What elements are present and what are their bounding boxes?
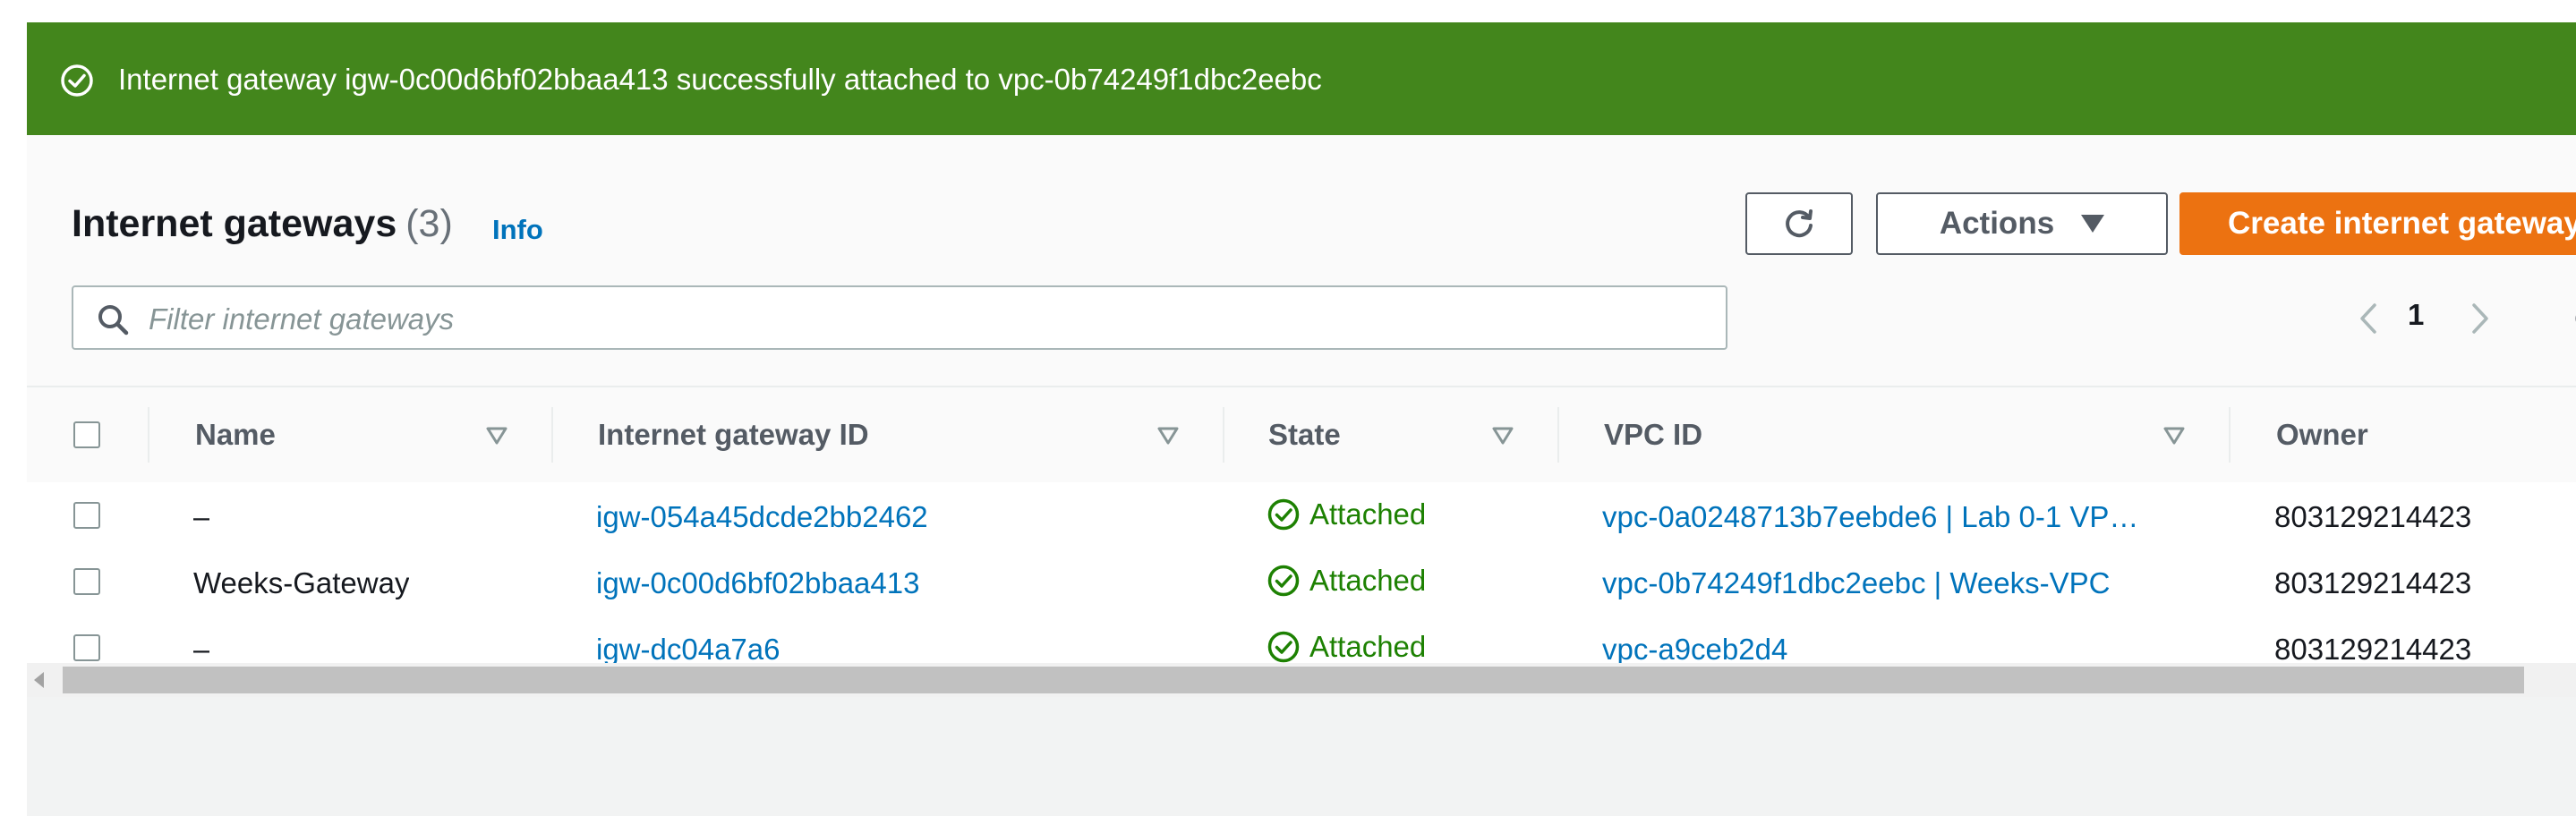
page: Internet gateway igw-0c00d6bf02bbaa413 s… [0, 0, 2576, 816]
column-header-state[interactable]: State [1268, 418, 1341, 452]
create-internet-gateway-button[interactable]: Create internet gateway [2179, 192, 2576, 255]
owner-id: 803129214423 [2274, 500, 2472, 533]
success-status-icon [1267, 498, 1300, 531]
refresh-icon [1786, 209, 1813, 238]
state-indicator: Attached [1267, 564, 1426, 598]
success-flash-banner: Internet gateway igw-0c00d6bf02bbaa413 s… [27, 22, 2576, 137]
vpc-id-link[interactable]: vpc-0a0248713b7eebde6 | Lab 0-1 VP… [1602, 499, 2138, 535]
column-header-owner[interactable]: Owner [2276, 418, 2368, 452]
item-count: (3) [405, 202, 453, 245]
flash-message: Internet gateway igw-0c00d6bf02bbaa413 s… [118, 63, 1322, 96]
success-status-icon [1267, 631, 1300, 663]
owner-id: 803129214423 [2274, 566, 2472, 599]
success-status-icon [1267, 565, 1300, 597]
check-circle-icon [61, 64, 93, 97]
column-header-gateway-id[interactable]: Internet gateway ID [598, 418, 869, 452]
actions-button[interactable]: Actions [1876, 192, 2168, 255]
row-name: – [193, 633, 210, 666]
row-name: – [193, 500, 210, 533]
column-divider [1223, 407, 1224, 463]
chevron-left-icon[interactable] [2351, 296, 2387, 341]
column-divider [551, 407, 553, 463]
filter-input[interactable] [147, 294, 1708, 344]
column-header-vpc-id[interactable]: VPC ID [1604, 418, 1702, 452]
column-header-name[interactable]: Name [195, 418, 276, 452]
table-header-panel: Internet gateways (3) Info Actions Create… [27, 135, 2576, 386]
column-divider [2229, 407, 2231, 463]
column-divider [1557, 407, 1559, 463]
state-indicator: Attached [1267, 630, 1426, 664]
page-title: Internet gateways (3) [72, 202, 453, 246]
actions-button-label: Actions [1939, 206, 2055, 241]
gear-icon[interactable] [2567, 296, 2576, 341]
search-icon [98, 305, 129, 336]
vpc-id-link[interactable]: vpc-a9ceb2d4 [1602, 632, 1787, 667]
owner-id: 803129214423 [2274, 633, 2472, 666]
table-header-row: Name Internet gateway ID State VPC ID Ow… [27, 386, 2576, 486]
sort-icon[interactable] [1156, 425, 1180, 446]
row-name: Weeks-Gateway [193, 566, 410, 599]
current-page-number[interactable]: 1 [2408, 298, 2424, 332]
sort-icon[interactable] [485, 425, 508, 446]
create-button-label: Create internet gateway [2228, 206, 2576, 241]
vpc-id-link[interactable]: vpc-0b74249f1dbc2eebc | Weeks-VPC [1602, 565, 2110, 601]
chevron-right-icon[interactable] [2461, 296, 2497, 341]
state-label: Attached [1309, 564, 1427, 597]
table-row[interactable]: – igw-054a45dcde2bb2462 Attached vpc-0a0… [27, 482, 2576, 550]
scrollbar-thumb[interactable] [63, 667, 2524, 693]
sort-icon[interactable] [2162, 425, 2186, 446]
filter-search-box[interactable] [72, 285, 1727, 350]
scroll-left-arrow-icon[interactable] [34, 672, 44, 688]
horizontal-scrollbar[interactable] [27, 663, 2576, 697]
row-checkbox[interactable] [73, 634, 100, 661]
refresh-button[interactable] [1745, 192, 1853, 255]
caret-down-icon [2081, 215, 2105, 233]
table-row[interactable]: Weeks-Gateway igw-0c00d6bf02bbaa413 Atta… [27, 548, 2576, 616]
page-title-text: Internet gateways [72, 202, 397, 245]
gateway-id-link[interactable]: igw-0c00d6bf02bbaa413 [596, 565, 919, 601]
row-checkbox[interactable] [73, 502, 100, 529]
row-checkbox[interactable] [73, 568, 100, 595]
gateway-id-link[interactable]: igw-dc04a7a6 [596, 632, 780, 667]
state-indicator: Attached [1267, 497, 1426, 531]
info-link[interactable]: Info [492, 214, 543, 246]
sort-icon[interactable] [1491, 425, 1514, 446]
state-label: Attached [1309, 497, 1427, 531]
gateway-id-link[interactable]: igw-054a45dcde2bb2462 [596, 499, 928, 535]
select-all-checkbox[interactable] [73, 421, 100, 448]
state-label: Attached [1309, 630, 1427, 663]
column-divider [148, 407, 149, 463]
main-content: Internet gateway igw-0c00d6bf02bbaa413 s… [27, 22, 2576, 816]
